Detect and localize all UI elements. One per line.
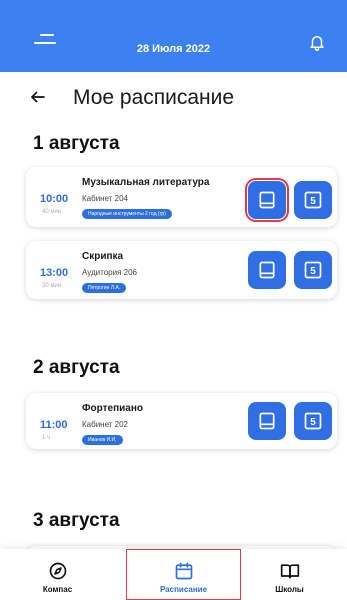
lesson-room: Кабинет 204 <box>82 194 128 203</box>
grade-5-icon: 5 <box>304 191 322 209</box>
grade-5-icon: 5 <box>304 412 322 430</box>
grade-5-icon: 5 <box>304 261 322 279</box>
book-button[interactable] <box>245 178 289 222</box>
compass-icon <box>49 562 66 580</box>
grade-button[interactable]: 5 <box>294 402 332 440</box>
nav-schedule-label: Расписание <box>159 585 208 594</box>
svg-text:5: 5 <box>310 196 316 207</box>
lesson-card[interactable]: 10:00 40 мин Музыкальная литература Каби… <box>26 167 337 227</box>
bottom-nav: Компас Расписание Школы <box>0 549 347 600</box>
lesson-duration: 1 ч <box>42 435 51 441</box>
lesson-tag: Народные инструменты 2 год (гр) <box>82 209 172 219</box>
grade-button[interactable]: 5 <box>294 251 332 289</box>
nav-schools[interactable]: Школы <box>232 549 347 600</box>
day-heading: 3 августа <box>33 510 120 531</box>
nav-compass[interactable]: Компас <box>0 549 115 600</box>
lesson-duration: 40 мин <box>42 209 62 215</box>
calendar-icon <box>175 562 192 580</box>
lesson-tag: Иванов И.И. <box>82 435 123 445</box>
book-button[interactable] <box>248 251 286 289</box>
lesson-subject: Музыкальная литература <box>82 177 210 188</box>
lesson-card[interactable]: 11:00 1 ч Фортепиано Кабинет 202 Иванов … <box>26 393 337 449</box>
page-header: Мое расписание <box>29 86 319 116</box>
app-bar: 28 Июля 2022 <box>0 0 347 72</box>
grade-button[interactable]: 5 <box>294 181 332 219</box>
nav-compass-label: Компас <box>42 585 73 594</box>
book-icon <box>259 191 275 209</box>
lesson-room: Кабинет 202 <box>82 420 128 429</box>
book-icon <box>259 412 275 430</box>
lesson-time: 10:00 <box>40 193 69 205</box>
open-book-icon <box>280 564 299 579</box>
lesson-card[interactable]: 13:00 30 мин Скрипка Аудитория 206 Петро… <box>26 241 337 299</box>
svg-text:5: 5 <box>310 266 316 277</box>
arrow-left-icon[interactable] <box>29 88 47 106</box>
page-title: Мое расписание <box>73 86 235 109</box>
book-button[interactable] <box>248 402 286 440</box>
lesson-room: Аудитория 206 <box>82 268 137 277</box>
day-heading: 1 августа <box>33 133 120 154</box>
nav-schedule[interactable]: Расписание <box>126 549 241 600</box>
book-icon <box>259 261 275 279</box>
svg-text:5: 5 <box>310 417 316 428</box>
day-heading: 2 августа <box>33 357 120 378</box>
header-date: 28 Июля 2022 <box>136 43 211 55</box>
lesson-time: 11:00 <box>40 419 68 431</box>
lesson-subject: Скрипка <box>82 251 124 262</box>
lesson-tag: Петрогин Л.А. <box>82 283 127 293</box>
bell-icon[interactable] <box>308 33 326 51</box>
lesson-subject: Фортепиано <box>82 403 143 414</box>
nav-schools-label: Школы <box>275 585 304 594</box>
lesson-duration: 30 мин <box>42 283 62 289</box>
lesson-time: 13:00 <box>40 267 69 279</box>
